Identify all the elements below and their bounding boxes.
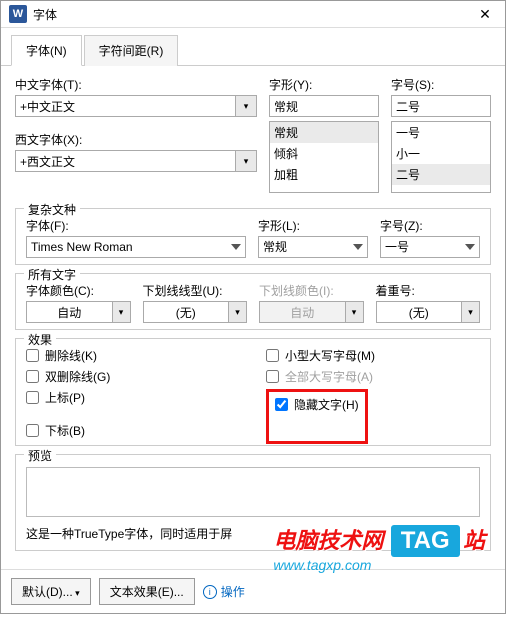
preview-box [26,467,480,517]
wfont-label: 西文字体(X): [15,131,257,148]
effects-group: 效果 删除线(K) 小型大写字母(M) 双删除线(G) 全部大写字母(A) 上标… [15,338,491,446]
sub-checkbox[interactable]: 下标(B) [26,422,266,439]
chevron-down-icon: ▾ [346,301,364,323]
complex-style-select[interactable]: 常规 [258,236,368,258]
complex-style-label: 字形(L): [258,217,368,234]
alltext-legend: 所有文字 [24,266,80,283]
emph-select[interactable]: (无)▾ [376,301,481,323]
default-button[interactable]: 默认(D)... [11,578,91,605]
effects-legend: 效果 [24,331,56,348]
cnfont-label: 中文字体(T): [15,76,257,93]
titlebar: W 字体 ✕ [1,1,505,28]
color-select[interactable]: 自动▾ [26,301,131,323]
footer: 默认(D)... 文本效果(E)... i 操作 [1,569,505,613]
complex-script-group: 复杂文种 字体(F): Times New Roman 字形(L): 常规 字号… [15,208,491,265]
super-checkbox[interactable]: 上标(P) [26,389,266,406]
app-icon: W [9,5,27,23]
tabstrip: 字体(N) 字符间距(R) [1,28,505,66]
size-input[interactable] [391,95,491,117]
hint-link[interactable]: i 操作 [203,583,245,600]
chevron-down-icon[interactable]: ▾ [113,301,131,323]
complex-font-label: 字体(F): [26,217,246,234]
emph-label: 着重号: [376,282,481,299]
highlight-box: 隐藏文字(H) [266,389,368,444]
alltext-group: 所有文字 字体颜色(C): 自动▾ 下划线线型(U): (无)▾ 下划线颜色(I… [15,273,491,330]
strike-checkbox[interactable]: 删除线(K) [26,347,266,364]
close-icon[interactable]: ✕ [473,6,497,23]
preview-desc: 这是一种TrueType字体，同时适用于屏 [26,525,480,542]
tab-font[interactable]: 字体(N) [11,35,82,66]
allcaps-checkbox[interactable]: 全部大写字母(A) [266,368,373,385]
info-icon: i [203,585,217,599]
uline-select[interactable]: (无)▾ [143,301,248,323]
smallcaps-checkbox[interactable]: 小型大写字母(M) [266,347,375,364]
hidden-checkbox[interactable]: 隐藏文字(H) [275,396,359,413]
chevron-down-icon[interactable]: ▾ [462,301,480,323]
dstrike-checkbox[interactable]: 双删除线(G) [26,368,266,385]
preview-legend: 预览 [24,447,56,464]
cnfont-dropdown-icon[interactable]: ▾ [235,95,257,117]
complex-font-select[interactable]: Times New Roman [26,236,246,258]
size-label: 字号(S): [391,76,491,93]
window-title: 字体 [33,6,473,23]
wfont-dropdown-icon[interactable]: ▾ [235,150,257,172]
color-label: 字体颜色(C): [26,282,131,299]
style-input[interactable] [269,95,379,117]
font-dialog: W 字体 ✕ 字体(N) 字符间距(R) 中文字体(T): ▾ 字形(Y): 字… [0,0,506,614]
ulinecolor-select: 自动▾ [259,301,364,323]
ulinecolor-label: 下划线颜色(I): [259,282,364,299]
complex-legend: 复杂文种 [24,201,80,218]
style-label: 字形(Y): [269,76,379,93]
cnfont-input[interactable] [15,95,235,117]
texteffect-button[interactable]: 文本效果(E)... [99,578,195,605]
tab-spacing[interactable]: 字符间距(R) [84,35,179,66]
wfont-input[interactable] [15,150,235,172]
uline-label: 下划线线型(U): [143,282,248,299]
complex-size-select[interactable]: 一号 [380,236,480,258]
chevron-down-icon[interactable]: ▾ [229,301,247,323]
preview-group: 预览 这是一种TrueType字体，同时适用于屏 [15,454,491,551]
complex-size-label: 字号(Z): [380,217,480,234]
